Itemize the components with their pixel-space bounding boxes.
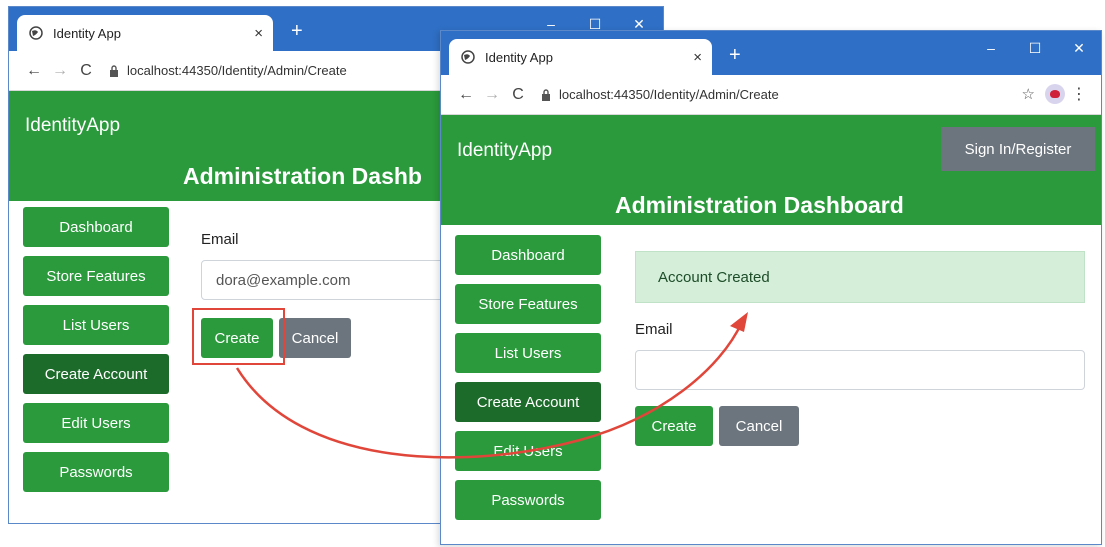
header-bar: IdentityApp Sign In/Register Administrat… xyxy=(441,115,1101,225)
new-tab-button[interactable]: + xyxy=(729,41,741,69)
sidebar-item-dashboard[interactable]: Dashboard xyxy=(23,207,169,247)
sidebar: Dashboard Store Features List Users Crea… xyxy=(455,235,601,529)
sidebar-item-passwords[interactable]: Passwords xyxy=(23,452,169,492)
reload-icon[interactable]: C xyxy=(73,62,99,80)
reload-icon[interactable]: C xyxy=(505,86,531,104)
page-title: Administration Dashboard xyxy=(615,192,904,218)
browser-tab[interactable]: Identity App × xyxy=(17,15,273,51)
title-bar: Identity App × + – ☐ ✕ xyxy=(441,31,1101,75)
email-label: Email xyxy=(635,321,673,338)
bookmark-star-icon[interactable]: ☆ xyxy=(1022,85,1035,103)
menu-kebab-icon[interactable]: ⋮ xyxy=(1071,84,1087,104)
sidebar-item-edit-users[interactable]: Edit Users xyxy=(23,403,169,443)
globe-icon xyxy=(29,26,43,40)
maximize-icon[interactable]: ☐ xyxy=(1013,37,1057,59)
sidebar-item-create-account[interactable]: Create Account xyxy=(455,382,601,422)
close-icon[interactable]: ✕ xyxy=(1057,37,1101,59)
url-input[interactable]: localhost:44350/Identity/Admin/Create xyxy=(127,63,347,78)
sidebar-item-list-users[interactable]: List Users xyxy=(23,305,169,345)
tab-close-icon[interactable]: × xyxy=(693,49,702,66)
browser-tab[interactable]: Identity App × xyxy=(449,39,712,75)
create-form: Account Created Email Create Cancel xyxy=(635,251,1085,446)
sidebar-item-passwords[interactable]: Passwords xyxy=(455,480,601,520)
sidebar-item-edit-users[interactable]: Edit Users xyxy=(455,431,601,471)
window-controls: – ☐ ✕ xyxy=(969,37,1101,59)
sign-in-register-button[interactable]: Sign In/Register xyxy=(941,127,1095,171)
cancel-button[interactable]: Cancel xyxy=(279,318,351,358)
page-content: IdentityApp Sign In/Register Administrat… xyxy=(441,115,1101,544)
create-button[interactable]: Create xyxy=(635,406,713,446)
back-icon[interactable]: ← xyxy=(453,86,479,104)
globe-icon xyxy=(461,50,475,64)
sidebar: Dashboard Store Features List Users Crea… xyxy=(23,207,169,501)
lock-icon xyxy=(542,88,550,101)
brand-link[interactable]: IdentityApp xyxy=(25,115,120,137)
sidebar-item-store-features[interactable]: Store Features xyxy=(455,284,601,324)
lock-icon xyxy=(110,64,118,77)
success-alert: Account Created xyxy=(635,251,1085,303)
sidebar-item-create-account[interactable]: Create Account xyxy=(23,354,169,394)
page-title: Administration Dashb xyxy=(183,163,422,189)
email-field[interactable] xyxy=(635,350,1085,390)
address-bar: ← → C localhost:44350/Identity/Admin/Cre… xyxy=(441,75,1101,115)
forward-icon[interactable]: → xyxy=(479,86,505,104)
sidebar-item-store-features[interactable]: Store Features xyxy=(23,256,169,296)
browser-window-after: Identity App × + – ☐ ✕ ← → C localhost:4… xyxy=(440,30,1102,545)
minimize-icon[interactable]: – xyxy=(969,37,1013,59)
sidebar-item-list-users[interactable]: List Users xyxy=(455,333,601,373)
forward-icon[interactable]: → xyxy=(47,62,73,80)
brand-link[interactable]: IdentityApp xyxy=(457,140,552,162)
tab-close-icon[interactable]: × xyxy=(254,25,263,42)
tab-title: Identity App xyxy=(485,49,553,65)
back-icon[interactable]: ← xyxy=(21,62,47,80)
tab-title: Identity App xyxy=(53,25,121,41)
url-input[interactable]: localhost:44350/Identity/Admin/Create xyxy=(559,87,779,102)
sidebar-item-dashboard[interactable]: Dashboard xyxy=(455,235,601,275)
create-button-highlight xyxy=(192,308,285,365)
profile-avatar-icon[interactable] xyxy=(1045,84,1065,104)
new-tab-button[interactable]: + xyxy=(291,17,303,45)
cancel-button[interactable]: Cancel xyxy=(719,406,799,446)
